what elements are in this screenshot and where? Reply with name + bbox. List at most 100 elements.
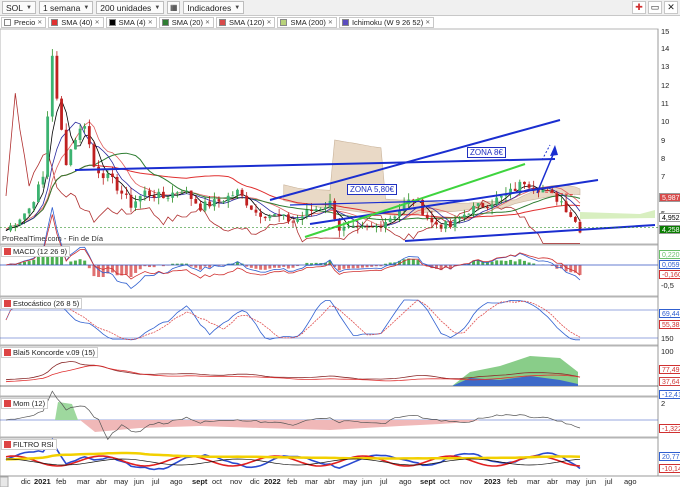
close-icon[interactable]: ✕	[266, 19, 271, 26]
candle-body	[361, 226, 364, 228]
macd-histogram-bar	[32, 259, 36, 265]
candle-body	[138, 195, 142, 202]
macd-histogram-bar	[504, 260, 508, 265]
candle-body	[9, 225, 13, 231]
candle-body	[282, 214, 286, 216]
macd-histogram-bar	[342, 265, 346, 269]
price-tag: 5,987	[659, 193, 680, 202]
candle-body	[101, 173, 105, 179]
macd-histogram-bar	[356, 265, 360, 269]
macd-histogram-bar	[337, 265, 341, 271]
candle-body	[69, 149, 73, 166]
chart-canvas[interactable]	[0, 0, 680, 487]
candle-body	[78, 128, 82, 140]
candle-body	[305, 210, 309, 217]
legend-item[interactable]: SMA (40) ✕	[48, 17, 104, 28]
units-selector[interactable]: 200 unidades ▼	[96, 1, 165, 14]
close-icon[interactable]	[4, 248, 11, 255]
candle-body	[226, 195, 230, 202]
candle-body	[462, 214, 466, 218]
alert-icon[interactable]: ✚	[632, 1, 646, 14]
price-axis-label: 7	[661, 172, 666, 181]
time-axis-label: jun	[134, 477, 145, 486]
close-icon[interactable]	[4, 349, 11, 356]
candle-body	[180, 191, 184, 193]
time-axis-label: jun	[586, 477, 597, 486]
candle-body	[134, 201, 138, 208]
macd-histogram-bar	[495, 260, 499, 265]
legend-swatch	[219, 19, 227, 26]
panel-title[interactable]: Mom (12)	[1, 398, 49, 409]
restore-icon[interactable]: ▭	[648, 1, 662, 14]
time-axis-label: oct	[440, 477, 451, 486]
candle-body	[291, 221, 295, 223]
close-icon[interactable]: ✕	[205, 19, 210, 26]
candle-body	[92, 144, 96, 167]
legend-item[interactable]: Ichimoku (W 9 26 52) ✕	[338, 17, 435, 28]
candle-body	[18, 219, 22, 226]
close-icon[interactable]: ✕	[95, 19, 100, 26]
time-axis-label: dic	[21, 477, 31, 486]
panel-title-label: Estocástico (26 8 5)	[13, 299, 80, 308]
panel-value-tag: 0,059	[659, 260, 680, 269]
price-tag: 4,952	[659, 213, 680, 222]
time-axis-label: dic	[250, 477, 260, 486]
close-icon[interactable]	[4, 300, 11, 307]
close-icon[interactable]	[4, 400, 11, 407]
legend-item[interactable]: SMA (20) ✕	[158, 17, 215, 28]
legend-item[interactable]: SMA (200) ✕	[277, 17, 337, 28]
symbol-selector[interactable]: SOL ▼	[2, 1, 36, 14]
candle-body	[106, 173, 110, 179]
legend-item[interactable]: Precio ✕	[1, 17, 47, 28]
candle-body	[388, 218, 392, 222]
macd-histogram-bar	[73, 260, 77, 265]
legend-item[interactable]: SMA (4) ✕	[105, 17, 157, 28]
candle-body	[518, 181, 522, 191]
panel-title[interactable]: MACD (12 26 9)	[1, 246, 71, 257]
candle-body	[46, 116, 50, 177]
indicators-icon[interactable]: ▦	[167, 1, 181, 14]
candle-body	[217, 199, 221, 202]
time-axis-label: jul	[152, 477, 160, 486]
candle-body	[87, 126, 91, 145]
legend-item[interactable]: SMA (120) ✕	[216, 17, 276, 28]
candle-body	[268, 215, 272, 219]
macd-histogram-bar	[277, 265, 281, 268]
indicators-button[interactable]: Indicadores ▼	[183, 1, 245, 14]
price-axis-label: 15	[661, 27, 670, 36]
close-icon[interactable]: ✕	[328, 19, 333, 26]
candle-body	[573, 216, 577, 222]
time-axis-label: abr	[324, 477, 335, 486]
panel-value-tag: -0,160	[659, 270, 680, 279]
candle-body	[199, 203, 202, 211]
price-axis-label: 9	[661, 136, 666, 145]
candle-body	[148, 190, 151, 196]
legend-swatch	[4, 19, 11, 26]
macd-histogram-bar	[513, 261, 517, 265]
candle-body	[523, 181, 526, 185]
close-icon[interactable]	[4, 441, 11, 448]
macd-histogram-bar	[509, 259, 513, 265]
macd-histogram-bar	[87, 265, 91, 269]
macd-histogram-bar	[490, 261, 494, 265]
chevron-down-icon: ▼	[26, 4, 32, 11]
legend-label: SMA (20)	[171, 18, 203, 27]
legend-label: SMA (200)	[290, 18, 326, 27]
candle-body	[189, 190, 193, 199]
legend-swatch	[161, 19, 169, 26]
close-icon[interactable]: ✕	[425, 19, 430, 26]
candle-body	[435, 222, 438, 225]
close-icon[interactable]: ✕	[148, 19, 153, 26]
toolbar: SOL ▼ 1 semana ▼ 200 unidades ▼ ▦ Indicador…	[0, 0, 680, 16]
macd-histogram-bar	[78, 259, 82, 265]
close-icon[interactable]: ✕	[664, 1, 678, 14]
candle-body	[273, 214, 276, 216]
panel-title[interactable]: FILTRO RSI	[1, 439, 57, 450]
candle-body	[564, 201, 568, 213]
period-selector[interactable]: 1 semana ▼	[38, 1, 94, 14]
panel-title[interactable]: Estocástico (26 8 5)	[1, 298, 83, 309]
panel-title[interactable]: Blai5 Koncorde v.09 (15)	[1, 347, 98, 358]
candle-body	[347, 226, 350, 228]
time-axis-label: feb	[56, 477, 67, 486]
close-icon[interactable]: ✕	[37, 19, 42, 26]
